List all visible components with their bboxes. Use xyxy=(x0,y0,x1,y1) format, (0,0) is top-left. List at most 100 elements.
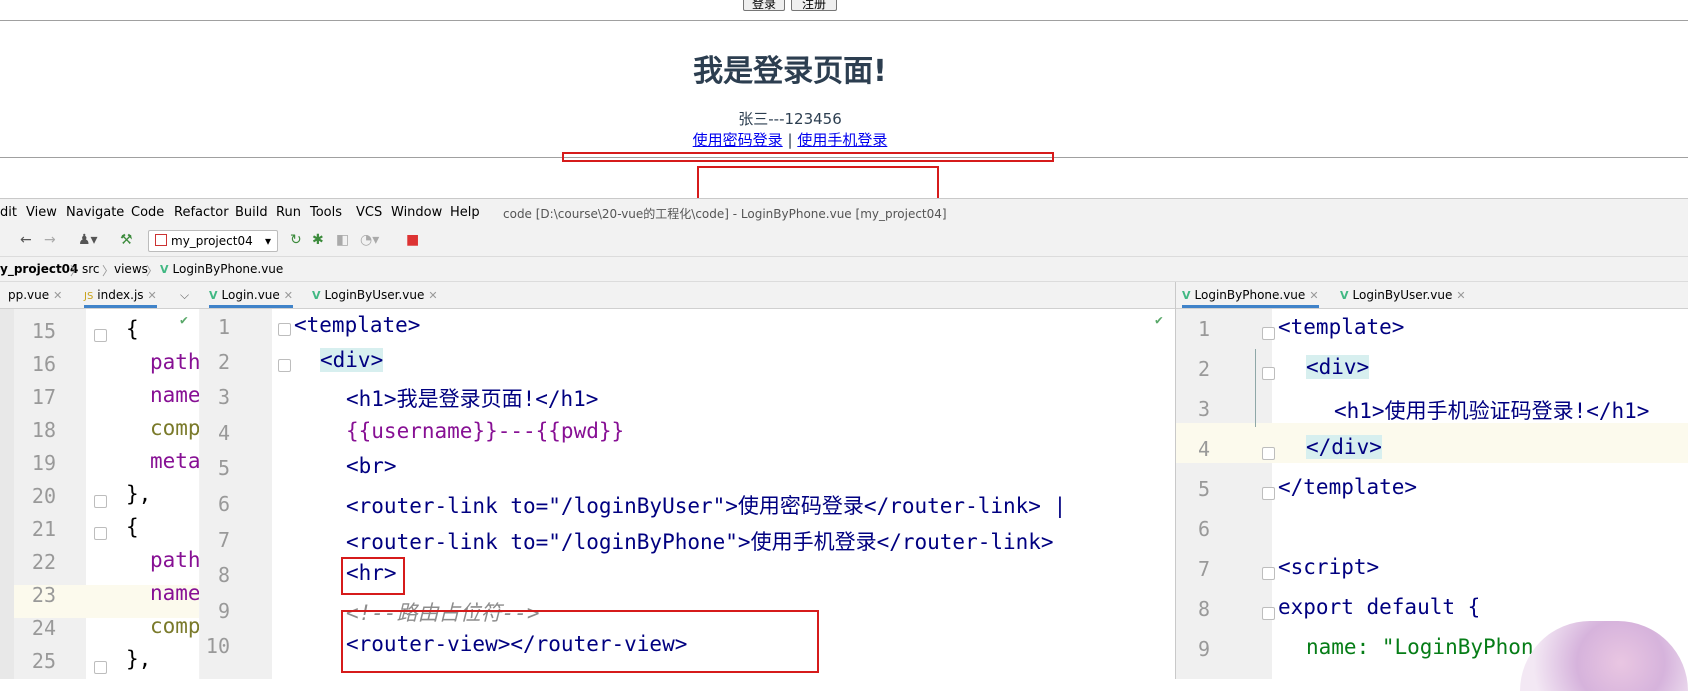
stop-icon[interactable]: ■ xyxy=(406,232,419,248)
left-editor[interactable]: ✔ 15 16 17 18 19 20 21 22 23 24 25 { pat… xyxy=(14,309,199,679)
user-dropdown-icon[interactable]: ♟▾ xyxy=(78,232,98,248)
fold-marker-icon[interactable] xyxy=(94,661,107,674)
line-number: 5 xyxy=(1197,477,1210,501)
fold-marker-icon[interactable] xyxy=(1262,447,1275,460)
tab-index-js[interactable]: JS index.js ✕ xyxy=(84,282,157,308)
code-line: <h1>我是登录页面!</h1> xyxy=(346,387,599,411)
check-icon: ✔ xyxy=(180,313,188,328)
breadcrumb-file-label: LoginByPhone.vue xyxy=(172,262,284,276)
close-icon[interactable]: ✕ xyxy=(53,289,62,302)
close-icon[interactable]: ✕ xyxy=(428,289,437,302)
breadcrumb-views[interactable]: views xyxy=(114,262,148,276)
line-number: 6 xyxy=(217,492,230,516)
fold-marker-icon[interactable] xyxy=(1262,567,1275,580)
tab-loginbyuser-vue[interactable]: V LoginByUser.vue ✕ xyxy=(312,282,438,308)
ide-window: dit View Navigate Code Refactor Build Ru… xyxy=(0,198,1688,691)
tab-loginbyphone-vue[interactable]: V LoginByPhone.vue ✕ xyxy=(1182,282,1319,308)
menu-tools[interactable]: Tools xyxy=(310,205,342,220)
line-number: 1 xyxy=(217,315,230,339)
line-number: 5 xyxy=(217,456,230,480)
code-line: <div> xyxy=(320,348,384,372)
line-number: 2 xyxy=(1197,357,1210,381)
profile-icon[interactable]: ◔▾ xyxy=(360,232,379,248)
register-button[interactable]: 注册 xyxy=(791,0,837,11)
right-tab-bar: V LoginByPhone.vue ✕ V LoginByUser.vue ✕ xyxy=(1176,282,1688,309)
code-line: name xyxy=(150,383,199,407)
code-line: { xyxy=(126,317,139,341)
highlight-box-router-view-tag xyxy=(341,610,819,673)
coverage-icon[interactable]: ◧ xyxy=(336,232,349,248)
menu-navigate[interactable]: Navigate xyxy=(66,205,124,220)
login-button[interactable]: 登录 xyxy=(743,0,785,11)
line-number: 7 xyxy=(1197,557,1210,581)
breadcrumb-src[interactable]: src xyxy=(82,262,100,276)
run-config-select[interactable]: my_project04 ▾ xyxy=(148,230,278,252)
menu-help[interactable]: Help xyxy=(450,205,480,220)
chevron-down-icon[interactable]: ⌵ xyxy=(180,288,189,303)
phone-login-link[interactable]: 使用手机登录 xyxy=(797,131,887,149)
forward-arrow-icon[interactable]: → xyxy=(44,232,56,248)
menu-view[interactable]: View xyxy=(26,205,57,220)
browser-page: 登录 注册 我是登录页面! 张三---123456 使用密码登录 | 使用手机登… xyxy=(0,0,1688,210)
menu-vcs[interactable]: VCS xyxy=(356,205,382,220)
code-line: <script> xyxy=(1278,555,1380,579)
menu-code[interactable]: Code xyxy=(131,205,164,220)
back-arrow-icon[interactable]: ← xyxy=(20,232,32,248)
check-icon: ✔ xyxy=(1155,313,1163,328)
line-number: 3 xyxy=(217,385,230,409)
menu-build[interactable]: Build xyxy=(235,205,268,220)
line-number: 25 xyxy=(31,649,56,673)
line-number: 6 xyxy=(1197,517,1210,541)
breadcrumb-sep-icon: 〉 xyxy=(102,264,115,278)
fold-marker-icon[interactable] xyxy=(94,527,107,540)
tab-login-vue[interactable]: V Login.vue ✕ xyxy=(209,282,294,308)
fold-marker-icon[interactable] xyxy=(278,323,291,336)
breadcrumb-project[interactable]: y_project04 xyxy=(0,262,78,276)
line-number: 8 xyxy=(217,563,230,587)
code-line: <br> xyxy=(346,454,397,478)
debug-bug-icon[interactable]: ✱ xyxy=(312,232,324,248)
menu-run[interactable]: Run xyxy=(276,205,301,220)
fold-marker-icon[interactable] xyxy=(94,329,107,342)
code-line: <h1>使用手机验证码登录!</h1> xyxy=(1334,399,1650,423)
menu-window[interactable]: Window xyxy=(391,205,442,220)
fold-marker-icon[interactable] xyxy=(1262,367,1275,380)
fold-marker-icon[interactable] xyxy=(1262,607,1275,620)
line-number: 16 xyxy=(31,352,56,376)
hammer-build-icon[interactable]: ⚒ xyxy=(120,232,133,248)
page-heading: 我是登录页面! xyxy=(693,54,887,89)
tab-loginbyuser-vue[interactable]: V LoginByUser.vue ✕ xyxy=(1340,282,1466,308)
line-number: 24 xyxy=(31,616,56,640)
window-title: code [D:\course\20-vue的工程化\code] - Login… xyxy=(503,207,947,221)
vue-icon: V xyxy=(160,263,169,276)
middle-editor[interactable]: ✔ 1 2 3 4 5 6 7 8 9 10 <template> <div> … xyxy=(200,309,1175,679)
fold-marker-icon[interactable] xyxy=(1262,327,1275,340)
line-number: 21 xyxy=(31,517,56,541)
code-line: name xyxy=(150,581,199,605)
code-line: name: "LoginByPhon xyxy=(1306,635,1534,659)
fold-marker-icon[interactable] xyxy=(278,359,291,372)
code-line: <template> xyxy=(294,313,421,337)
menu-edit[interactable]: dit xyxy=(0,205,17,220)
close-icon[interactable]: ✕ xyxy=(1456,289,1465,302)
breadcrumb-file[interactable]: V LoginByPhone.vue xyxy=(160,262,283,276)
close-icon[interactable]: ✕ xyxy=(148,289,157,302)
fold-marker-icon[interactable] xyxy=(94,495,107,508)
close-icon[interactable]: ✕ xyxy=(284,289,293,302)
menu-refactor[interactable]: Refactor xyxy=(174,205,229,220)
left-tab-bar: pp.vue ✕ JS index.js ✕ ⌵ xyxy=(0,282,199,309)
fold-marker-icon[interactable] xyxy=(1262,487,1275,500)
code-line: {{username}}---{{pwd}} xyxy=(346,419,625,443)
code-line: }, xyxy=(126,647,152,671)
user-info-text: 张三---123456 xyxy=(738,110,842,128)
tab-app-vue[interactable]: pp.vue ✕ xyxy=(8,282,62,308)
code-line: </div> xyxy=(1306,435,1382,459)
rerun-icon[interactable]: ↻ xyxy=(290,232,302,248)
link-separator: | xyxy=(787,131,793,149)
menu-bar: dit View Navigate Code Refactor Build Ru… xyxy=(0,199,1688,225)
code-line: <div> xyxy=(1306,355,1370,379)
tab-label: pp.vue xyxy=(8,288,50,302)
top-divider xyxy=(0,20,1688,21)
close-icon[interactable]: ✕ xyxy=(1309,289,1318,302)
password-login-link[interactable]: 使用密码登录 xyxy=(693,131,783,149)
